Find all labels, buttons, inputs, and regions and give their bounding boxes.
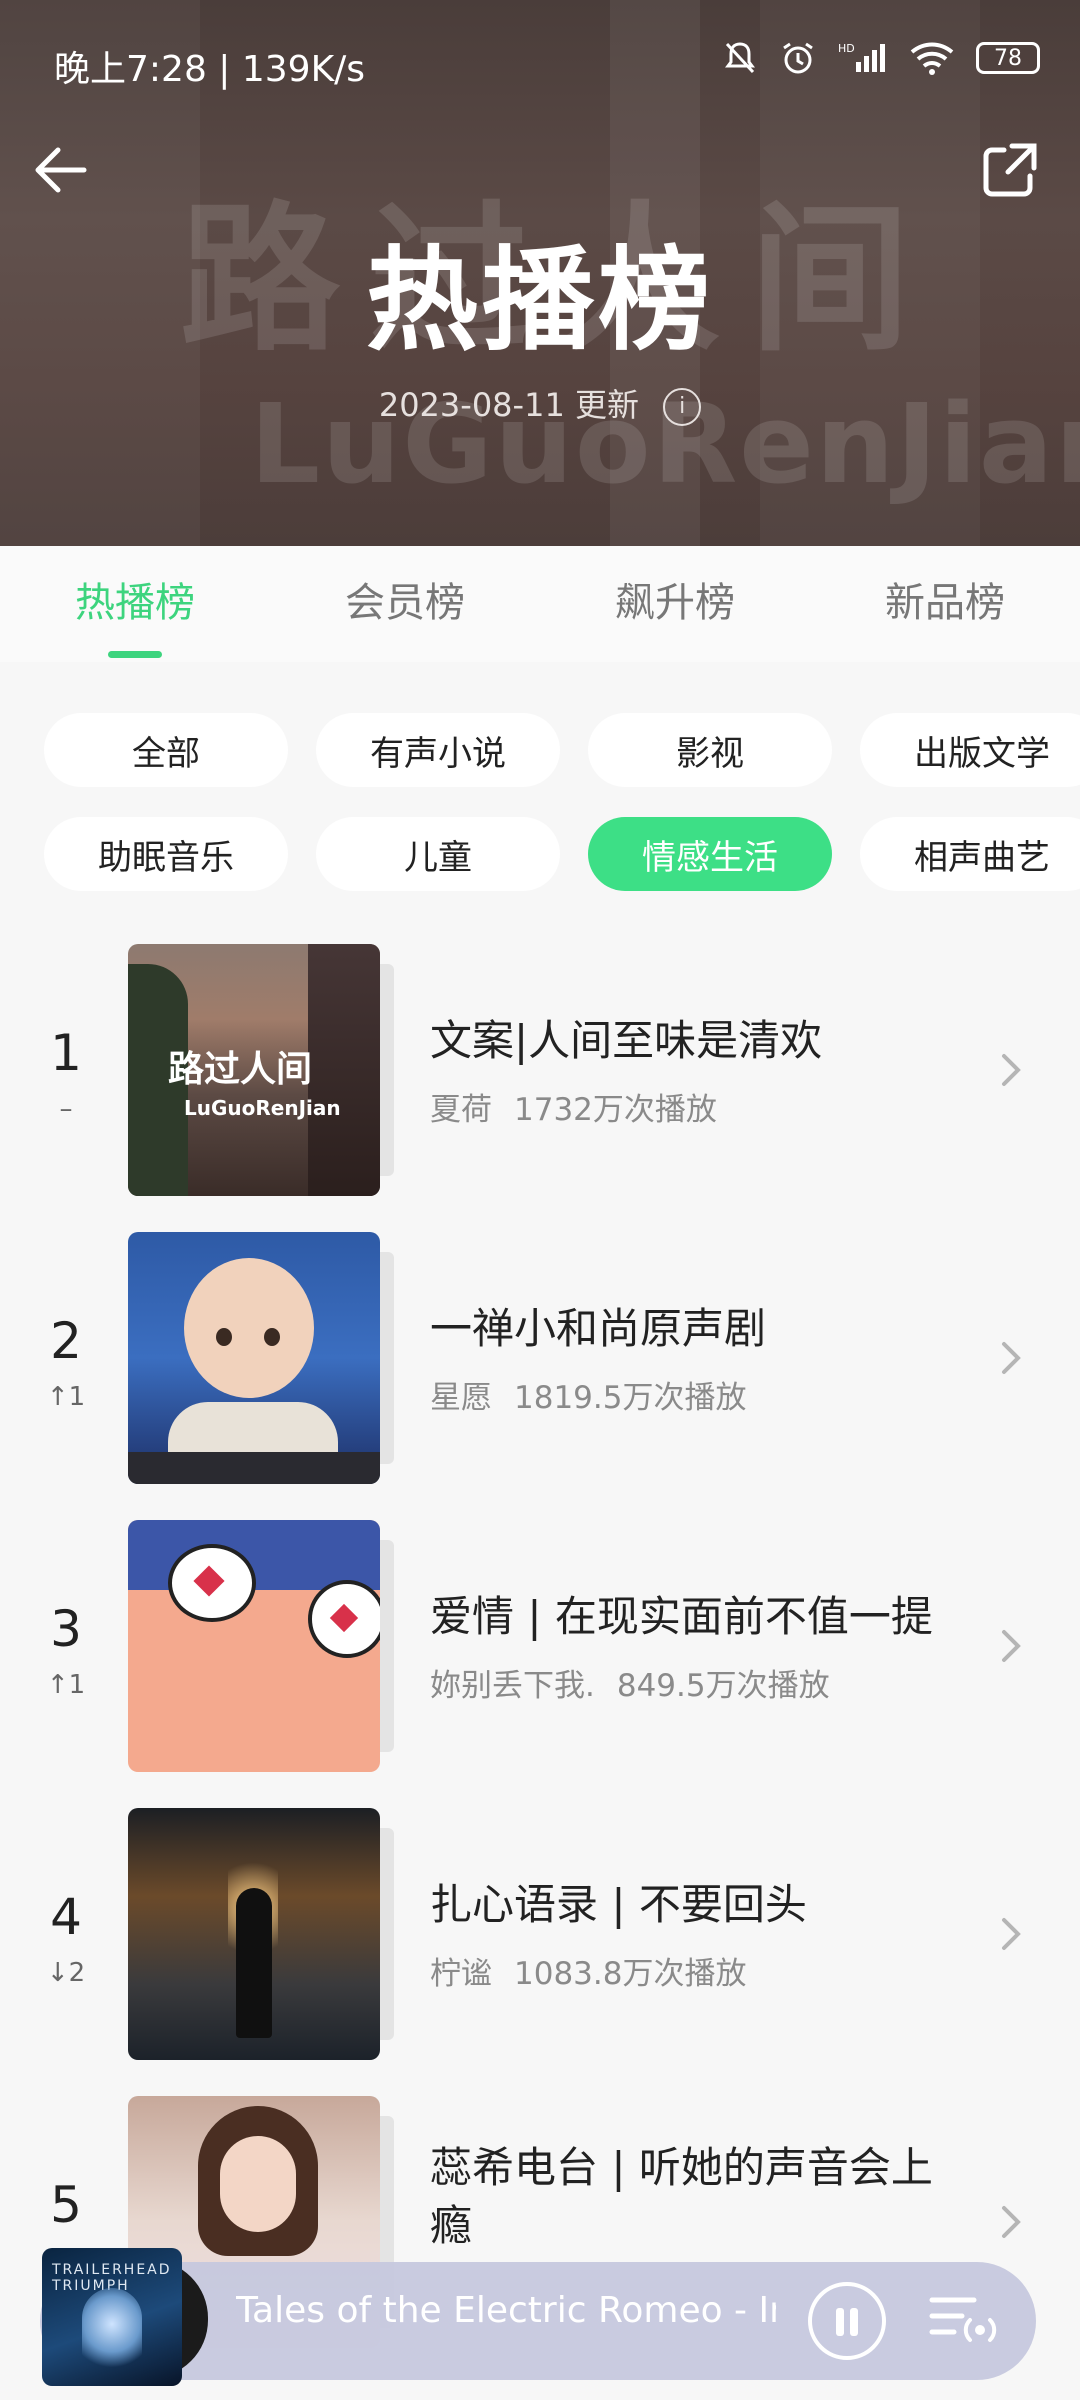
chevron-right-icon [1002, 1342, 1021, 1374]
rank-number: 5 [50, 2176, 82, 2234]
svg-text:HD: HD [838, 42, 855, 55]
page-title: 热播榜 [366, 236, 714, 366]
back-arrow-icon[interactable] [30, 140, 90, 200]
chip-all[interactable]: 全部 [44, 713, 288, 787]
tab-vip[interactable]: 会员榜 [270, 546, 540, 662]
item-plays: 849.5万次播放 [616, 1667, 830, 1704]
item-author: 星愿 [430, 1379, 492, 1416]
chip-crosstalk-opera[interactable]: 相声曲艺 [860, 817, 1080, 891]
item-title: 蕊希电台 | 听她的声音会上瘾 [430, 2143, 933, 2250]
cover-image [128, 1520, 380, 1772]
item-author: 夏荷 [430, 1091, 492, 1128]
item-meta: 柠谧 1083.8万次播放 [430, 1948, 950, 1993]
chevron-right-icon [1002, 1630, 1021, 1662]
cover-image [128, 1232, 380, 1484]
rank-change: ↓2 [46, 1958, 86, 1988]
pause-button[interactable] [808, 2282, 886, 2360]
cover-image-buildings [308, 944, 380, 1196]
item-info: 文案|人间至味是清欢 夏荷 1732万次播放 [430, 944, 950, 1196]
playlist-icon[interactable] [928, 2290, 998, 2350]
rank-change: ↑1 [46, 1670, 86, 1700]
chip-audio-novel[interactable]: 有声小说 [316, 713, 560, 787]
chip-film-tv[interactable]: 影视 [588, 713, 832, 787]
item-info: 一禅小和尚原声剧 星愿 1819.5万次播放 [430, 1232, 950, 1484]
item-title: 扎心语录 | 不要回头 [430, 1879, 807, 1929]
mute-bell-icon [725, 42, 755, 74]
now-playing-cover[interactable]: TRAILERHEAD TRIUMPH [42, 2248, 182, 2386]
cover-image-eye [216, 1328, 232, 1346]
tab-rising[interactable]: 飙升榜 [540, 546, 810, 662]
list-item[interactable]: 2 ↑1 一禅小和尚原声剧 星愿 1819.5万次播放 [0, 1232, 1080, 1520]
category-chips-row-1: 全部 有声小说 影视 出版文学 [44, 713, 1080, 787]
battery-indicator: 78 [976, 42, 1040, 74]
rank-number: 1 [50, 1024, 82, 1082]
chevron-right-icon [1002, 1918, 1021, 1950]
cover-title-text: 路过人间 [168, 1048, 313, 1090]
list-item[interactable]: 3 ↑1 爱情 | 在现实面前不值一提 妳别丢下我. 849.5万次播放 [0, 1520, 1080, 1808]
item-info: 扎心语录 | 不要回头 柠谧 1083.8万次播放 [430, 1808, 950, 2060]
signal-icon: HD [838, 42, 885, 72]
list-item[interactable]: 1 – 路过人间 LuGuoRenJian 文案|人间至味是清欢 夏荷 1732万… [0, 944, 1080, 1232]
ranking-list: 1 – 路过人间 LuGuoRenJian 文案|人间至味是清欢 夏荷 1732万… [0, 944, 1080, 2384]
now-playing-cover-figure [82, 2288, 142, 2378]
cover-image-figure [236, 1888, 272, 2038]
tab-hot[interactable]: 热播榜 [0, 546, 270, 662]
rank-number: 3 [50, 1600, 82, 1658]
album-cover [128, 1520, 402, 1772]
item-meta: 夏荷 1732万次播放 [430, 1084, 950, 1129]
item-author: 妳别丢下我. [430, 1667, 595, 1704]
rank-number: 2 [50, 1312, 82, 1370]
status-time-speed: 晚上7:28 | 139K/s [54, 49, 366, 90]
alarm-icon [783, 42, 813, 74]
chevron-right-icon [1002, 1054, 1021, 1086]
item-plays: 1732万次播放 [514, 1091, 717, 1128]
cover-image-eye [264, 1328, 280, 1346]
cover-subtitle-text: LuGuoRenJian [184, 1096, 341, 1120]
chip-published-literature[interactable]: 出版文学 [860, 713, 1080, 787]
list-item[interactable]: 4 ↓2 扎心语录 | 不要回头 柠谧 1083.8万次播放 [0, 1808, 1080, 2096]
item-plays: 1819.5万次播放 [514, 1379, 747, 1416]
share-icon[interactable] [980, 140, 1040, 200]
status-icons: HD 78 [722, 40, 1040, 76]
update-text: 2023-08-11 更新 [378, 386, 639, 424]
chip-children[interactable]: 儿童 [316, 817, 560, 891]
album-cover: 路过人间 LuGuoRenJian [128, 944, 402, 1196]
rank-number: 4 [50, 1888, 82, 1946]
rank-change: – [59, 1094, 73, 1124]
chip-emotional-life[interactable]: 情感生活 [588, 817, 832, 891]
item-author: 柠谧 [430, 1955, 492, 1992]
item-plays: 1083.8万次播放 [514, 1955, 747, 1992]
album-cover [128, 1808, 402, 2060]
item-title: 一禅小和尚原声剧 [430, 1303, 767, 1353]
now-playing-title[interactable]: Tales of the Electric Romeo - Imr [236, 2290, 776, 2331]
rank-change: ↑1 [46, 1382, 86, 1412]
album-cover [128, 1232, 402, 1484]
chart-tabs: 热播榜 会员榜 飙升榜 新品榜 [0, 546, 1080, 662]
chart-header-banner: 路过人间 LuGuoRenJian 晚上7:28 | 139K/s HD 78 … [0, 0, 1080, 546]
chevron-right-icon [1002, 2206, 1021, 2238]
update-date: 2023-08-11 更新 i [0, 380, 1080, 426]
item-meta: 星愿 1819.5万次播放 [430, 1372, 950, 1417]
wifi-icon [910, 42, 954, 75]
cover-image-head [184, 1258, 314, 1398]
tab-new[interactable]: 新品榜 [810, 546, 1080, 662]
item-title: 文案|人间至味是清欢 [430, 1015, 823, 1065]
cover-image: 路过人间 LuGuoRenJian [128, 944, 380, 1196]
item-info: 爱情 | 在现实面前不值一提 妳别丢下我. 849.5万次播放 [430, 1520, 950, 1772]
category-chips-row-2: 助眠音乐 儿童 情感生活 相声曲艺 [44, 817, 1080, 891]
item-title: 爱情 | 在现实面前不值一提 [430, 1591, 933, 1641]
cover-image-face [220, 2136, 296, 2232]
info-icon[interactable]: i [663, 388, 702, 426]
item-meta: 妳别丢下我. 849.5万次播放 [430, 1660, 950, 1705]
chip-sleep-music[interactable]: 助眠音乐 [44, 817, 288, 891]
cover-image [128, 1808, 380, 2060]
cover-image-ground [128, 1452, 380, 1484]
